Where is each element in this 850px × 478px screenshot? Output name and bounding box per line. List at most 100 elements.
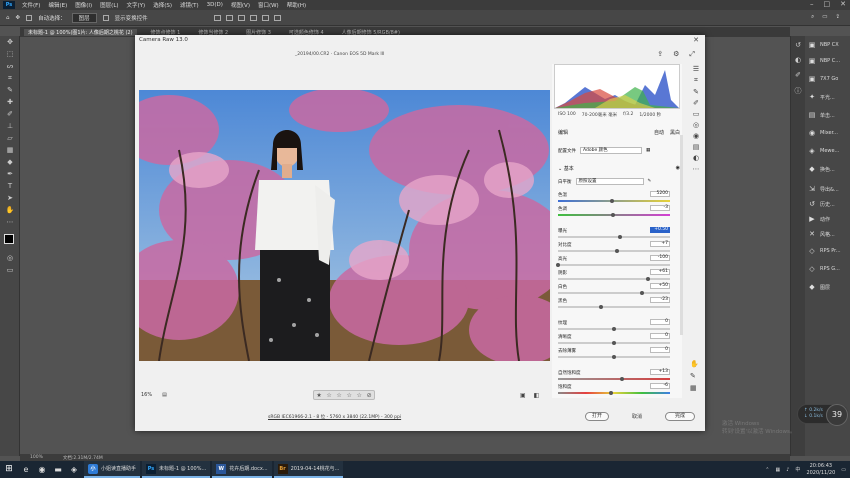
star-icon[interactable]: ☆ — [336, 392, 341, 399]
minimize-icon[interactable]: – — [810, 0, 814, 8]
volume-icon[interactable]: ♪ — [786, 467, 789, 473]
show-transform-checkbox[interactable] — [102, 14, 109, 21]
panel-item[interactable]: ◈ Mewe... — [807, 146, 839, 156]
wb-select[interactable]: 原照设置 — [575, 178, 644, 185]
gradient-tool-icon[interactable]: ▦ — [3, 145, 17, 156]
path-select-tool-icon[interactable]: ➤ — [3, 193, 17, 204]
graduated-filter-icon[interactable]: ▭ — [693, 110, 700, 118]
align-left-icon[interactable] — [213, 14, 221, 21]
save-icon[interactable]: ⇪ — [657, 50, 663, 59]
type-tool-icon[interactable]: T — [3, 181, 17, 192]
star-icon[interactable]: ☆ — [357, 392, 362, 399]
eyedropper-icon[interactable]: ✎ — [648, 179, 652, 184]
star-icon[interactable]: ★ — [316, 392, 321, 399]
bw-button[interactable]: 黑白 — [670, 129, 680, 136]
menu-window[interactable]: 窗口(W) — [254, 1, 283, 9]
slider-thumb[interactable] — [610, 213, 615, 217]
star-icon[interactable]: ☆ — [346, 392, 351, 399]
history-icon[interactable]: ↺ — [793, 41, 803, 51]
tray-chevron-icon[interactable]: ⌃ — [765, 467, 769, 473]
app-icon[interactable]: ◈ — [66, 461, 82, 478]
slider-thumb[interactable] — [609, 199, 614, 203]
menu-select[interactable]: 选择(S) — [149, 1, 176, 9]
panel-item[interactable]: ◇ RPS Pr... — [807, 246, 840, 256]
taskbar-app[interactable]: Ps 未标题-1 @ 100%... — [142, 461, 211, 478]
panel-item[interactable]: ▣ NBP CX — [807, 40, 839, 50]
slider-clarity[interactable]: 清晰度 0 — [558, 333, 670, 347]
slider-blacks[interactable]: 黑色 -23 — [558, 297, 670, 311]
slider-thumb[interactable] — [598, 305, 603, 309]
color-sampler-icon[interactable]: ✎ — [690, 372, 699, 380]
hand-tool-icon[interactable]: ✋ — [3, 205, 17, 216]
eyedropper-tool-icon[interactable]: ✎ — [3, 85, 17, 96]
brush-icon[interactable]: ✐ — [793, 71, 803, 81]
profile-browser-icon[interactable]: ▦ — [646, 148, 650, 153]
maximize-icon[interactable]: □ — [824, 0, 831, 8]
more-icon[interactable]: ⋯ — [693, 165, 700, 173]
panel-item[interactable]: ◆ 换色... — [807, 164, 834, 174]
edit-sliders-icon[interactable]: ☰ — [693, 65, 699, 73]
slider-thumb[interactable] — [612, 341, 616, 345]
move-tool-icon[interactable]: ✥ — [16, 15, 21, 21]
slider-temp[interactable]: 色温 5200 — [558, 191, 670, 205]
color-swatches[interactable] — [0, 232, 20, 252]
menu-edit[interactable]: 编辑(E) — [44, 1, 71, 9]
foreground-color[interactable] — [4, 234, 14, 244]
slider-thumb[interactable] — [608, 391, 613, 395]
search-icon[interactable]: ⌕ — [811, 14, 814, 21]
eraser-tool-icon[interactable]: ▱ — [3, 133, 17, 144]
profile-select[interactable]: Adobe 颜色 — [580, 147, 642, 154]
align-bottom-icon[interactable] — [273, 14, 281, 21]
marquee-tool-icon[interactable]: ⬚ — [3, 49, 17, 60]
menu-layer[interactable]: 图层(L) — [96, 1, 122, 9]
zoom-level[interactable]: 100% — [30, 455, 43, 460]
before-after-icon[interactable]: ◧ — [534, 392, 540, 399]
menu-image[interactable]: 图像(I) — [71, 1, 96, 9]
menu-type[interactable]: 文字(Y) — [123, 1, 150, 9]
align-hcenter-icon[interactable] — [225, 14, 233, 21]
panel-scrollbar[interactable] — [680, 135, 683, 335]
auto-select-target[interactable]: 图层 — [71, 12, 97, 23]
single-view-icon[interactable]: ▣ — [520, 392, 526, 399]
clock[interactable]: 20:06:43 2020/11/20 — [806, 463, 835, 477]
hand-icon[interactable]: ✋ — [690, 360, 699, 368]
color-icon[interactable]: ◐ — [793, 56, 803, 66]
folder-icon[interactable]: ▬ — [50, 461, 66, 478]
cancel-button[interactable]: 取消 — [632, 413, 642, 420]
pen-tool-icon[interactable]: ✒ — [3, 169, 17, 180]
blur-tool-icon[interactable]: ◆ — [3, 157, 17, 168]
redeye-icon[interactable]: ◉ — [693, 132, 699, 140]
basic-section-header[interactable]: ⌄ 基本 ◉ — [558, 165, 680, 172]
slider-thumb[interactable] — [612, 355, 616, 359]
panel-item[interactable]: ▣ 7X7 Go — [807, 74, 839, 84]
slider-thumb[interactable] — [619, 377, 624, 381]
slider-thumb[interactable] — [615, 249, 620, 253]
network-icon[interactable]: ▦ — [775, 467, 780, 473]
menu-file[interactable]: 文件(F) — [18, 1, 44, 9]
quick-mask-icon[interactable]: ◎ — [3, 253, 17, 264]
zoom-level[interactable]: 16% — [141, 392, 152, 398]
close-icon[interactable]: ✕ — [693, 36, 699, 44]
align-top-icon[interactable] — [249, 14, 257, 21]
home-icon[interactable]: ⌂ — [6, 15, 10, 21]
panel-item[interactable]: ↺ 历史... — [807, 199, 835, 209]
slider-shadows[interactable]: 阴影 +61 — [558, 269, 670, 283]
taskbar-app[interactable]: 小小姐读直播助手 — [84, 461, 141, 478]
notification-icon[interactable]: ▭ — [841, 467, 846, 473]
settings-icon[interactable]: ⚙ — [673, 50, 679, 59]
slider-thumb[interactable] — [556, 263, 560, 267]
app-icon[interactable]: ◉ — [34, 461, 50, 478]
menu-help[interactable]: 帮助(H) — [283, 1, 310, 9]
open-button[interactable]: 打开 — [585, 412, 609, 421]
slider-tint[interactable]: 色调 -3 — [558, 205, 670, 219]
panel-item[interactable]: ◇ RPS G... — [807, 264, 840, 274]
crop-tool-icon[interactable]: ⌗ — [3, 73, 17, 84]
filmstrip-icon[interactable]: ▤ — [162, 392, 167, 398]
move-tool-icon[interactable]: ✥ — [3, 37, 17, 48]
menu-filter[interactable]: 滤镜(T) — [176, 1, 203, 9]
windows-start-icon[interactable]: ⊞ — [0, 461, 18, 478]
menu-3d[interactable]: 3D(D) — [203, 2, 227, 8]
edge-icon[interactable]: e — [18, 461, 34, 478]
auto-button[interactable]: 自动 — [654, 129, 664, 136]
radial-filter-icon[interactable]: ◎ — [693, 121, 699, 129]
